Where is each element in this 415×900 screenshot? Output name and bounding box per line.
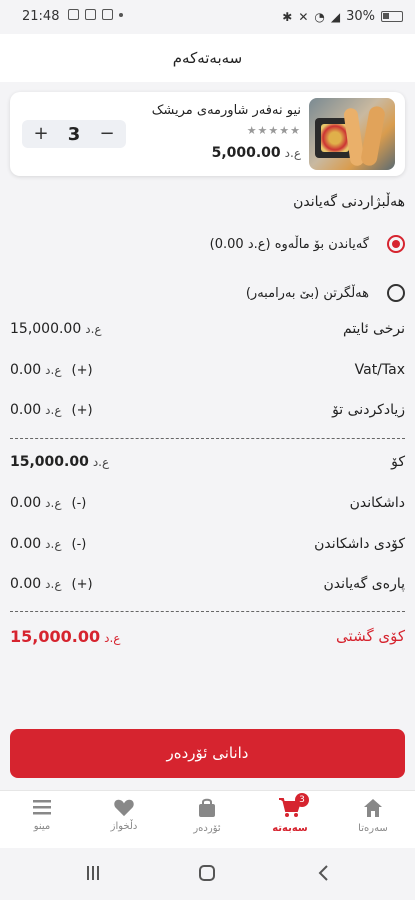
summary-value: 0.00 ع.د (-) [10, 495, 87, 511]
nav-item-menu[interactable]: مینو [7, 797, 77, 845]
nav-label: سەبەتە [272, 823, 308, 834]
nav-label: مینو [33, 821, 51, 832]
hamburger-menu-icon [33, 800, 51, 815]
calendar-icon [102, 9, 113, 20]
status-bar: 21:48 ✱ ✕ ◔ ◢ 30% [0, 0, 415, 34]
price-currency: ع.د [284, 146, 301, 160]
notification-icons [68, 9, 123, 20]
summary-label: کۆ [391, 454, 405, 470]
summary-value: 0.00 ع.د (+) [10, 576, 93, 592]
delivery-option-home[interactable]: گەیاندن بۆ ماڵەوە (ع.د 0.00) [10, 229, 405, 259]
summary-row-delivery-fee: پارەی گەیاندن 0.00 ع.د (+) [10, 574, 405, 596]
increase-quantity-button[interactable]: + [32, 121, 50, 147]
summary-label: کۆدی داشکاندن [314, 536, 405, 552]
summary-value: 0.00 ع.د (-) [10, 536, 87, 552]
summary-row-total: کۆی گشتی 15,000.00 ع.د [10, 625, 405, 647]
product-image [309, 98, 395, 170]
battery-icon [381, 11, 403, 22]
summary-row-coupon: کۆدی داشکاندن 0.00 ع.د (-) [10, 534, 405, 556]
more-notifications-icon [119, 13, 123, 17]
bluetooth-icon: ✱ [282, 9, 293, 24]
nav-item-home[interactable]: سەرەتا [338, 797, 408, 845]
quantity-stepper: + 3 − [22, 120, 126, 148]
nav-item-cart[interactable]: 3 سەبەتە [255, 793, 325, 845]
price-value: 5,000.00 [211, 145, 281, 161]
delivery-option-pickup[interactable]: هەڵگرتن (بێ بەرامبەر) [10, 278, 405, 308]
nav-label: سەرەتا [358, 823, 388, 834]
nav-item-favorites[interactable]: دڵخواز [89, 797, 159, 845]
heart-icon [114, 799, 134, 817]
home-button-icon[interactable] [198, 864, 216, 882]
system-icons: ✱ ✕ ◔ ◢ 30% [282, 9, 403, 24]
home-app-icon [85, 9, 96, 20]
product-name: نیو نەفەر شاورمەی مریشک [151, 103, 301, 118]
nav-item-orders[interactable]: ئۆردەر [172, 797, 242, 845]
summary-divider [10, 438, 405, 439]
app-header: سەبەتەکەم [0, 34, 415, 82]
cart-item-card[interactable]: نیو نەفەر شاورمەی مریشک ★★★★★ 5,000.00 ع.… [10, 92, 405, 176]
radio-home-delivery[interactable] [387, 235, 405, 253]
summary-value: 15,000.00 ع.د [10, 454, 110, 470]
bottom-navigation: مینو دڵخواز ئۆردەر 3 سەبەتە سەرەتا [0, 790, 415, 848]
wifi-icon: ◔ [314, 9, 325, 24]
summary-row-item-price: نرخی ئایتم 15,000.00 ع.د [10, 319, 405, 341]
system-navigation-bar [0, 848, 415, 900]
gallery-icon [68, 9, 79, 20]
page-title: سەبەتەکەم [172, 49, 243, 67]
summary-label: نرخی ئایتم [343, 321, 405, 337]
summary-row-subtotal: کۆ 15,000.00 ع.د [10, 452, 405, 474]
quantity-value: 3 [67, 123, 81, 145]
summary-row-tip: زیادکردنی تۆ 0.00 ع.د (+) [10, 400, 405, 422]
recent-apps-icon[interactable] [84, 864, 102, 882]
delivery-option-pickup-label: هەڵگرتن (بێ بەرامبەر) [245, 285, 369, 301]
mute-icon: ✕ [298, 9, 309, 24]
summary-label: Vat/Tax [354, 362, 405, 378]
shopping-bag-icon [199, 798, 215, 817]
home-icon [364, 799, 382, 817]
summary-row-discount: داشکاندن 0.00 ع.د (-) [10, 493, 405, 515]
summary-value: 0.00 ع.د (+) [10, 362, 93, 378]
product-price: 5,000.00 ع.د [212, 145, 301, 161]
battery-percent: 30% [346, 9, 375, 24]
place-order-button[interactable]: دانانی ئۆردەر [10, 729, 405, 778]
summary-value: 15,000.00 ع.د [10, 321, 102, 337]
radio-pickup[interactable] [387, 284, 405, 302]
summary-value: 0.00 ع.د (+) [10, 402, 93, 418]
rating-stars: ★★★★★ [246, 124, 301, 137]
summary-row-vat: Vat/Tax 0.00 ع.د (+) [10, 360, 405, 382]
total-label: کۆی گشتی [336, 627, 405, 645]
nav-label: ئۆردەر [193, 823, 221, 834]
decrease-quantity-button[interactable]: − [98, 121, 116, 147]
summary-label: داشکاندن [349, 495, 405, 511]
total-divider [10, 611, 405, 612]
total-value: 15,000.00 ع.د [10, 627, 121, 646]
summary-label: زیادکردنی تۆ [332, 402, 405, 418]
cart-badge: 3 [295, 793, 309, 807]
delivery-option-home-label: گەیاندن بۆ ماڵەوە (ع.د 0.00) [209, 236, 369, 252]
back-icon[interactable] [316, 864, 330, 882]
status-time: 21:48 [22, 9, 60, 24]
delivery-section-title: هەڵبژاردنی گەیاندن [293, 194, 405, 210]
signal-icon: ◢ [330, 9, 341, 24]
nav-label: دڵخواز [110, 821, 138, 832]
summary-label: پارەی گەیاندن [323, 576, 405, 592]
